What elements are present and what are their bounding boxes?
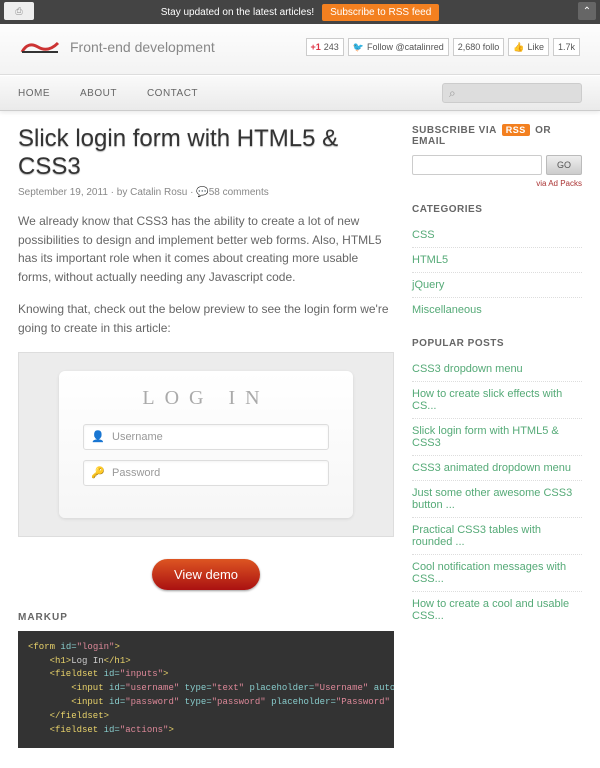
code-block: <form id="login"> <h1>Log In</h1> <field… xyxy=(18,631,394,749)
google-plus-button[interactable]: +1243 xyxy=(306,38,344,56)
pop-post-3[interactable]: Slick login form with HTML5 & CSS3 xyxy=(412,419,582,456)
thumbs-up-icon: 👍 xyxy=(513,42,524,53)
rss-icon[interactable]: RSS xyxy=(502,124,530,136)
category-jquery[interactable]: jQuery xyxy=(412,273,582,298)
social-buttons: +1243 🐦Follow @catalinred 2,680 follo 👍L… xyxy=(306,38,580,56)
go-button[interactable]: GO xyxy=(546,155,582,175)
user-icon: 👤 xyxy=(92,430,104,443)
nav-contact[interactable]: CONTACT xyxy=(147,88,198,99)
page-title: Slick login form with HTML5 & CSS3 xyxy=(18,125,394,181)
twitter-icon: 🐦 xyxy=(353,42,364,53)
email-field[interactable] xyxy=(412,155,542,175)
popular-posts-title: POPULAR POSTS xyxy=(412,338,582,349)
login-form-mock: LOG IN 👤 Username 🔑 Password xyxy=(59,371,353,518)
subscribe-rss-button[interactable]: Subscribe to RSS feed xyxy=(322,4,439,21)
popular-posts-widget: POPULAR POSTS CSS3 dropdown menu How to … xyxy=(412,338,582,628)
ad-packs-link[interactable]: via Ad Packs xyxy=(412,179,582,188)
markup-heading: MARKUP xyxy=(18,612,394,623)
collapse-toggle[interactable]: ⌃ xyxy=(578,2,596,20)
view-demo-button[interactable]: View demo xyxy=(152,559,260,590)
logo-icon[interactable] xyxy=(20,39,60,55)
tagline: Front-end development xyxy=(70,39,215,55)
facebook-like-count: 1.7k xyxy=(553,38,580,56)
pop-post-6[interactable]: Practical CSS3 tables with rounded ... xyxy=(412,518,582,555)
pop-post-2[interactable]: How to create slick effects with CS... xyxy=(412,382,582,419)
search-input[interactable]: ⌕ xyxy=(442,83,582,103)
search-icon: ⌕ xyxy=(449,86,456,101)
category-misc[interactable]: Miscellaneous xyxy=(412,298,582,322)
form-preview: LOG IN 👤 Username 🔑 Password xyxy=(18,352,394,537)
intro-paragraph-1: We already know that CSS3 has the abilit… xyxy=(18,212,394,286)
pop-post-7[interactable]: Cool notification messages with CSS... xyxy=(412,555,582,592)
twitter-follower-count: 2,680 follo xyxy=(453,38,505,56)
topbar-text: Stay updated on the latest articles! xyxy=(161,7,314,18)
facebook-like-button[interactable]: 👍Like xyxy=(508,38,549,56)
post-meta: September 19, 2011 · by Catalin Rosu · 💬… xyxy=(18,187,394,198)
chevron-up-icon: ⌃ xyxy=(583,6,591,17)
category-html5[interactable]: HTML5 xyxy=(412,248,582,273)
pop-post-4[interactable]: CSS3 animated dropdown menu xyxy=(412,456,582,481)
twitter-follow-button[interactable]: 🐦Follow @catalinred xyxy=(348,38,449,56)
login-heading: LOG IN xyxy=(83,387,329,410)
subscribe-widget: SUBSCRIBE VIA RSS OR EMAIL GO via Ad Pac… xyxy=(412,125,582,188)
pop-post-1[interactable]: CSS3 dropdown menu xyxy=(412,357,582,382)
category-css[interactable]: CSS xyxy=(412,223,582,248)
categories-widget: CATEGORIES CSS HTML5 jQuery Miscellaneou… xyxy=(412,204,582,322)
intro-paragraph-2: Knowing that, check out the below previe… xyxy=(18,300,394,337)
nav-about[interactable]: ABOUT xyxy=(80,88,117,99)
subscribe-title: SUBSCRIBE VIA RSS OR EMAIL xyxy=(412,125,582,147)
password-field[interactable]: 🔑 Password xyxy=(83,460,329,486)
corner-badge: ⎙ xyxy=(4,2,34,20)
key-icon: 🔑 xyxy=(92,466,104,479)
comment-icon: 💬 xyxy=(196,187,208,198)
header: Front-end development +1243 🐦Follow @cat… xyxy=(0,24,600,75)
comments-link[interactable]: 58 comments xyxy=(209,187,269,198)
pop-post-8[interactable]: How to create a cool and usable CSS... xyxy=(412,592,582,628)
navbar: HOME ABOUT CONTACT ⌕ xyxy=(0,75,600,111)
pop-post-5[interactable]: Just some other awesome CSS3 button ... xyxy=(412,481,582,518)
plusone-icon: +1 xyxy=(311,42,321,52)
nav-home[interactable]: HOME xyxy=(18,88,50,99)
username-field[interactable]: 👤 Username xyxy=(83,424,329,450)
topbar: ⎙ Stay updated on the latest articles! S… xyxy=(0,0,600,24)
categories-title: CATEGORIES xyxy=(412,204,582,215)
